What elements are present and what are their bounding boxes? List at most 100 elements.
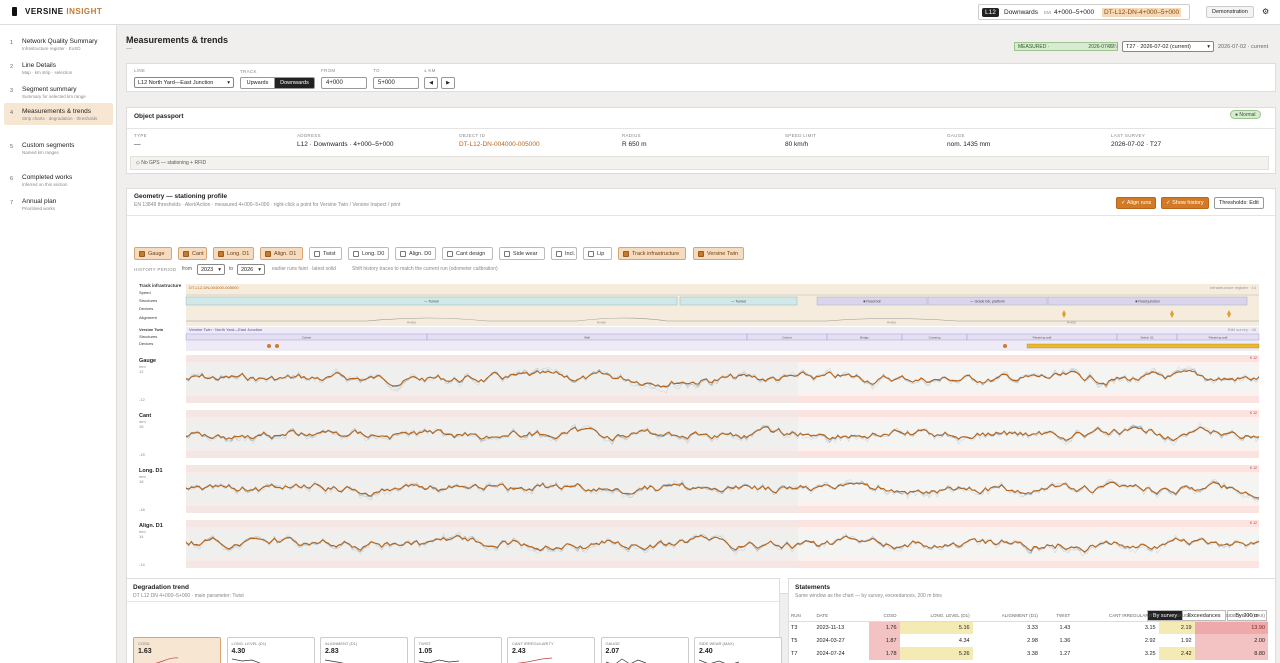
table-header-cell[interactable]: ALIGNMENT (D1) (972, 610, 1041, 622)
trend-card-long-level-d1-[interactable]: LONG. LEVEL (D1) 4.30 (226, 637, 315, 663)
table-cell: 4.34 (958, 637, 970, 644)
structure-label: ■ Road bdr (863, 300, 881, 304)
passport-title: Object passport (134, 113, 184, 120)
page-subtitle: — (126, 46, 132, 52)
tunnel-shade (186, 520, 798, 568)
app-logo[interactable]: VERSINE INSIGHT (12, 7, 102, 17)
twin-item-label: Culvert (782, 336, 792, 340)
structure-label: — Tunnel (731, 300, 746, 304)
table-cell: 3.38 (1027, 650, 1038, 657)
table-header-cell[interactable]: RUN (788, 610, 814, 622)
sidebar-item-3[interactable]: 3 Segment summary Summary for selected km … (4, 81, 113, 103)
twin-item-label: Retaining wall (1033, 336, 1052, 340)
table-header-cell[interactable]: DATE (813, 610, 869, 622)
sparkline-icon (605, 658, 646, 663)
trend-title: Degradation trend (133, 584, 189, 591)
table-cell: 2024-07-24 (816, 650, 845, 657)
trend-card-cosd[interactable]: COSD 1.63 (133, 637, 221, 663)
run-select[interactable]: T27 · 2026-07-02 (current) ▾ (1122, 41, 1214, 52)
sidebar-item-1[interactable]: 1 Network Quality Summary Infrastructure r… (4, 33, 113, 55)
trend-card-alignment-d1-[interactable]: ALIGNMENT (D1) 2.83 (320, 637, 408, 663)
table-cell: 2.19 (1158, 621, 1195, 634)
twin-item-label: Wall (584, 336, 590, 340)
passport-field-value[interactable]: DT-L12-DN-004000-005000 (459, 141, 540, 148)
table-header-cell[interactable]: SIDE WEAR (MAX) (1194, 610, 1268, 622)
twin-row-label: Devices (139, 341, 153, 346)
context-selector[interactable]: L12 Downwards KM 4+000–5+000 DT-L12-DN-4… (978, 4, 1190, 20)
table-cell: 2024-03-27 (816, 637, 845, 644)
passport-field-label: ADDRESS (297, 133, 321, 138)
structure-label: — Tunnel (424, 300, 439, 304)
trend-card-twist[interactable]: TWIST 1.05 (413, 637, 502, 663)
device-point-icon (275, 344, 279, 348)
infra-row-label: Devices (139, 306, 153, 311)
table-header-cell[interactable]: TWIST (1040, 610, 1074, 622)
trend-card-cant-irregularity[interactable]: CANT IRREGULARITY 2.43 (507, 637, 595, 663)
table-cell: 3.25 (1144, 650, 1156, 657)
measured-badge: MEASURED · 2026-07-02 (1014, 42, 1118, 51)
sidebar-item-4[interactable]: 4 Measurements & trends Strip charts · deg… (4, 103, 113, 125)
infra-right-label: Infrastructure register · 14 (1210, 285, 1257, 290)
sidebar-item-5[interactable]: 5 Custom segments Named km ranges (4, 137, 113, 159)
twin-item-label: Bridge (860, 336, 869, 340)
trend-card-gauge[interactable]: GAUGE 2.07 (600, 637, 689, 663)
table-cell: 2023-11-13 (816, 624, 845, 631)
line-select[interactable]: L12 North Yard—East Junction ▾ (134, 77, 234, 88)
param-bottom: -18 (139, 507, 146, 512)
sidebar-item-2[interactable]: 2 Line Details Map · km strip · selection (4, 57, 113, 79)
table-header-cell[interactable]: COSD (868, 610, 900, 622)
passport-field-label: RADIUS (622, 133, 641, 138)
passport-field-value: nom. 1435 mm (947, 141, 991, 148)
table-row[interactable]: T3 2023-11-13 1.76 5.16 3.33 1.43 3.15 2.19 13.9… (788, 621, 1268, 634)
table-cell: 2.92 (1144, 637, 1156, 644)
structure-label: — Grade bdr, platform (970, 300, 1005, 304)
param-bottom: -12 (139, 397, 146, 402)
param-top: 18 (139, 479, 144, 484)
table-cell: T5 (791, 637, 798, 644)
sidebar-item-6[interactable]: 6 Completed works Inferred on this section (4, 169, 113, 191)
demo-badge[interactable]: Demonstration (1206, 6, 1254, 18)
passport-field-label: LAST SURVEY (1111, 133, 1146, 138)
alignment-label: R=650 (1067, 321, 1076, 325)
table-header-row: RUN DATE COSD LONG. LEVEL (D1) ALIGNMENT (D1… (788, 610, 1268, 622)
table-cell: 1.87 (868, 634, 900, 647)
sidebar-item-7[interactable]: 7 Annual plan Prioritised works (4, 193, 113, 215)
passport-field-value: — (134, 141, 141, 148)
alignment-label: R=650 (887, 321, 896, 325)
table-row[interactable]: T7 2024-07-24 1.78 5.26 3.38 1.27 3.25 2.42 8.80 (788, 647, 1268, 660)
infra-row-label: Structures (139, 298, 157, 303)
next-km-button[interactable]: ▶ (441, 77, 455, 89)
table-cell: 1.27 (1059, 650, 1071, 657)
trend-card-side-wear-max-[interactable]: SIDE WEAR (MAX) 2.40 (694, 637, 782, 663)
infra-tag: DT-L12-DN-004000-005000 (189, 285, 239, 290)
track-downwards-button[interactable]: Downwards (274, 77, 315, 89)
twin-item-label: Switch S1 (1140, 336, 1154, 340)
table-header-cell[interactable]: LONG. LEVEL (D1) (899, 610, 973, 622)
table-cell: 2.00 (1194, 634, 1268, 647)
prev-km-button[interactable]: ◀ (424, 77, 438, 89)
table-row[interactable]: T5 2024-03-27 1.87 4.34 2.98 1.36 2.92 1.92 2.00 (788, 634, 1268, 647)
alignment-label: R=650 (407, 321, 416, 325)
run-label: RUN (1107, 44, 1118, 50)
twin-row-label: Structures (139, 334, 157, 339)
table-header-cell[interactable]: GAUGE (1158, 610, 1195, 622)
table-cell: 2.42 (1158, 647, 1195, 660)
track-upwards-button[interactable]: Upwards (240, 77, 275, 89)
table-header-cell[interactable]: CANT IRREGULARITY (1073, 610, 1159, 622)
page-title: Measurements & trends (126, 35, 229, 45)
logo-mark-icon (12, 7, 17, 17)
twin-row-label: Versine Twin (139, 327, 164, 332)
from-km-input[interactable]: 4+000 (321, 77, 367, 89)
statements-subtitle: Same window as the chart — by survey, ex… (795, 593, 942, 599)
param-bottom: -14 (139, 562, 146, 567)
table-cell: 1.92 (1180, 637, 1192, 644)
passport-field-label: TYPE (134, 133, 147, 138)
passport-field-value: R 650 m (622, 141, 647, 148)
passport-field-value: L12 · Downwards · 4+000–5+000 (297, 141, 394, 148)
twin-tag: Versine Twin · North Yard—East Junction (189, 327, 262, 332)
gear-icon[interactable]: ⚙ (1262, 7, 1269, 16)
filter-panel: LINE L12 North Yard—East Junction ▾ TRACK… (126, 63, 1276, 92)
stationing-profile-chart[interactable]: Track infrastructure Speed Structures Devic… (127, 189, 1277, 595)
table-cell: 8.80 (1194, 647, 1268, 660)
to-km-input[interactable]: 5+000 (373, 77, 419, 89)
